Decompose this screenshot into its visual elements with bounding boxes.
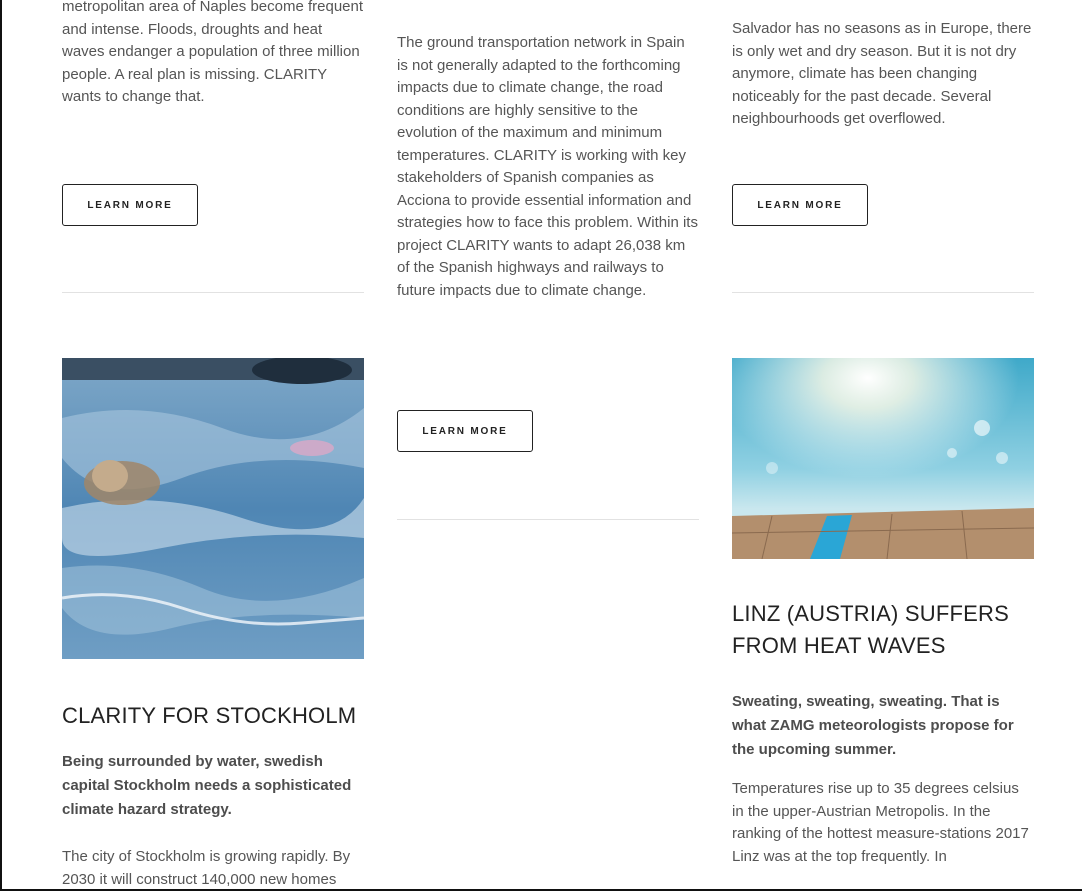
stockholm-lead: Being surrounded by water, swedish capit… — [62, 753, 352, 818]
linz-heat-photo — [732, 358, 1034, 559]
stockholm-body-text: The city of Stockholm is growing rapidly… — [62, 848, 351, 888]
stockholm-flood-photo — [62, 358, 364, 659]
spain-intro-text: The ground transportation network in Spa… — [397, 34, 698, 299]
linz-body-text: Temperatures rise up to 35 degrees celsi… — [732, 780, 1029, 865]
divider — [732, 292, 1034, 293]
learn-more-button-salvador[interactable]: LEARN MORE — [732, 184, 868, 226]
learn-more-button-naples[interactable]: LEARN MORE — [62, 184, 198, 226]
linz-lead: Sweating, sweating, sweating. That is wh… — [732, 693, 1014, 758]
column-spain: The ground transportation network in Spa… — [397, 32, 699, 302]
naples-intro-text: metropolitan area of Naples become frequ… — [62, 0, 364, 105]
divider — [397, 519, 699, 520]
column-naples: metropolitan area of Naples become frequ… — [62, 0, 364, 109]
learn-more-button-spain[interactable]: LEARN MORE — [397, 410, 533, 452]
divider — [62, 292, 364, 293]
stockholm-title: CLARITY FOR STOCKHOLM — [62, 703, 357, 728]
column-salvador: Salvador has no seasons as in Europe, th… — [732, 18, 1034, 131]
salvador-intro-text: Salvador has no seasons as in Europe, th… — [732, 20, 1032, 127]
linz-title: LINZ (AUSTRIA) SUFFERS FROM HEAT WAVES — [732, 601, 1009, 658]
